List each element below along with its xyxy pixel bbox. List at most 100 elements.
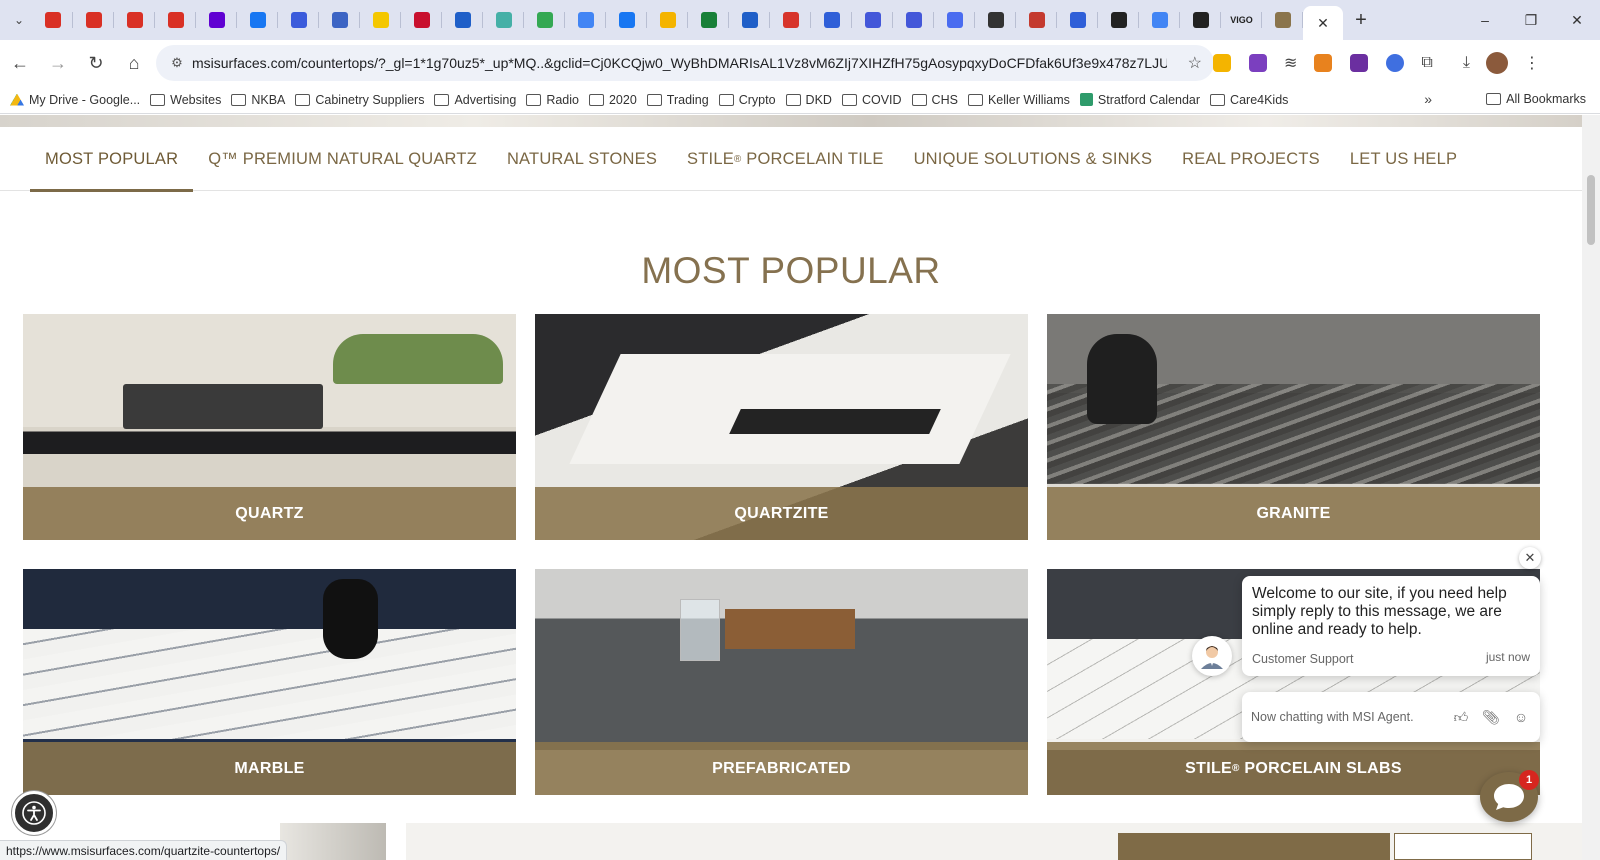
tab-layers[interactable]: [1180, 0, 1221, 40]
bookmark-item[interactable]: My Drive - Google...: [10, 93, 140, 107]
more-bookmarks-icon[interactable]: »: [1424, 91, 1432, 107]
chat-message-bubble[interactable]: Welcome to our site, if you need help si…: [1242, 576, 1540, 676]
metamask-extension-icon[interactable]: [1314, 54, 1333, 72]
bookmark-item[interactable]: Radio: [526, 93, 579, 107]
tab-mailchimp[interactable]: [360, 0, 401, 40]
tab-zillow[interactable]: [483, 0, 524, 40]
bookmark-item[interactable]: Care4Kids: [1210, 93, 1288, 107]
nav-tab-3[interactable]: STILE ® PORCELAIN TILE: [672, 127, 899, 191]
tab-docs[interactable]: [319, 0, 360, 40]
category-card-granite[interactable]: GRANITE: [1047, 314, 1540, 540]
bookmark-item[interactable]: DKD: [785, 93, 832, 107]
tab-gmail[interactable]: [73, 0, 114, 40]
nav-tab-6[interactable]: LET US HELP: [1335, 127, 1472, 191]
bookmark-item[interactable]: CHS: [911, 93, 958, 107]
tab-gmail[interactable]: [155, 0, 196, 40]
tab-video[interactable]: [893, 0, 934, 40]
home-icon[interactable]: ⌂: [116, 45, 152, 81]
emoji-icon[interactable]: ☺: [1510, 706, 1532, 728]
category-card-quartz[interactable]: QUARTZ: [23, 314, 516, 540]
accessibility-icon[interactable]: [12, 791, 56, 835]
chat-input-placeholder[interactable]: Now chatting with MSI Agent.: [1251, 710, 1450, 724]
restore-button[interactable]: ❐: [1508, 0, 1554, 40]
close-window-button[interactable]: ✕: [1554, 0, 1600, 40]
tab-chase[interactable]: [729, 0, 770, 40]
tab-google[interactable]: [565, 0, 606, 40]
tab-drive[interactable]: [647, 0, 688, 40]
address-bar[interactable]: ⚙ msisurfaces.com/countertops/?_gl=1*1g7…: [156, 45, 1214, 81]
drive-extension-icon[interactable]: [1213, 54, 1231, 72]
bookmark-item[interactable]: Crypto: [718, 93, 776, 107]
thumbs-up-icon[interactable]: 👍︎: [1450, 706, 1472, 728]
status-bar-url: https://www.msisurfaces.com/quartzite-co…: [0, 840, 288, 860]
close-tab-icon[interactable]: ✕: [1317, 15, 1329, 32]
bottom-primary-button[interactable]: [1118, 833, 1390, 860]
tab-gmail[interactable]: [114, 0, 155, 40]
extension-icon[interactable]: [1386, 54, 1405, 72]
nav-tab-5[interactable]: REAL PROJECTS: [1167, 127, 1335, 191]
bookmark-star-icon[interactable]: ☆: [1188, 53, 1202, 73]
bookmark-item[interactable]: NKBA: [231, 93, 285, 107]
new-tab-button[interactable]: +: [1343, 9, 1379, 32]
bookmark-item[interactable]: Keller Williams: [967, 93, 1070, 107]
tab-circle-c[interactable]: [811, 0, 852, 40]
nav-tab-0[interactable]: MOST POPULAR: [30, 127, 194, 192]
tab-sheet[interactable]: [524, 0, 565, 40]
category-card-quartzite[interactable]: QUARTZITE: [535, 314, 1028, 540]
chat-close-icon[interactable]: ✕: [1519, 547, 1541, 569]
bookmark-item[interactable]: Stratford Calendar: [1079, 93, 1200, 107]
tab-video[interactable]: [852, 0, 893, 40]
bookmark-item[interactable]: Trading: [646, 93, 709, 107]
forward-arrow-icon[interactable]: →: [40, 45, 76, 81]
tab-window[interactable]: [934, 0, 975, 40]
all-bookmarks[interactable]: All Bookmarks: [1486, 92, 1586, 106]
bookmark-item[interactable]: Cabinetry Suppliers: [295, 93, 424, 107]
tab-chase[interactable]: [442, 0, 483, 40]
tab-bank[interactable]: [401, 0, 442, 40]
active-tab[interactable]: ✕: [1303, 6, 1343, 40]
page-scrollbar[interactable]: [1582, 115, 1600, 860]
url-text[interactable]: msisurfaces.com/countertops/?_gl=1*1g70u…: [192, 55, 1167, 71]
bookmark-item[interactable]: 2020: [588, 93, 637, 107]
download-icon[interactable]: ⤓: [1463, 54, 1470, 72]
chat-launcher-button[interactable]: 1: [1480, 770, 1539, 822]
back-arrow-icon[interactable]: ←: [2, 45, 38, 81]
tab-sheets-plus[interactable]: [688, 0, 729, 40]
tab-facebook[interactable]: [237, 0, 278, 40]
nav-tab-2[interactable]: NATURAL STONES: [492, 127, 672, 191]
nav-tab-1[interactable]: Q™ PREMIUM NATURAL QUARTZ: [193, 127, 492, 191]
tab-vigo[interactable]: VIGO: [1221, 0, 1262, 40]
tab-yahoo-mail[interactable]: [196, 0, 237, 40]
bookmark-item[interactable]: Websites: [150, 93, 221, 107]
menu-kebab-icon[interactable]: ⋮: [1524, 53, 1540, 73]
extension-icon[interactable]: [1350, 54, 1369, 72]
paperclip-icon[interactable]: 📎︎: [1480, 706, 1502, 728]
puzzle-extensions-icon[interactable]: ⧉: [1421, 54, 1432, 72]
minimize-button[interactable]: –: [1462, 0, 1508, 40]
category-card-marble[interactable]: MARBLE: [23, 569, 516, 795]
category-card-prefab[interactable]: PREFABRICATED: [535, 569, 1028, 795]
layers-extension-icon[interactable]: ≋: [1284, 53, 1297, 73]
reload-icon[interactable]: ↻: [78, 45, 114, 81]
tab-amazon[interactable]: [1098, 0, 1139, 40]
tab-circle-e[interactable]: [1057, 0, 1098, 40]
tab-arrow[interactable]: [770, 0, 811, 40]
scrollbar-thumb[interactable]: [1587, 175, 1595, 245]
tab-link[interactable]: [278, 0, 319, 40]
tab-search-chevron-icon[interactable]: ⌄: [6, 7, 32, 33]
nav-tab-4[interactable]: UNIQUE SOLUTIONS & SINKS: [899, 127, 1168, 191]
bookmark-item[interactable]: Advertising: [434, 93, 516, 107]
tab-triangle[interactable]: [1016, 0, 1057, 40]
tab-gmail[interactable]: [32, 0, 73, 40]
tab-facebook[interactable]: [606, 0, 647, 40]
tab-msi[interactable]: [1262, 0, 1303, 40]
tab-frame[interactable]: [975, 0, 1016, 40]
tab-google[interactable]: [1139, 0, 1180, 40]
bookmark-item[interactable]: COVID: [841, 93, 902, 107]
profile-avatar[interactable]: [1485, 52, 1508, 74]
bottom-secondary-button[interactable]: [1394, 833, 1532, 860]
extension-icon[interactable]: [1249, 54, 1267, 72]
chat-input-bar[interactable]: Now chatting with MSI Agent. 👍︎ 📎︎ ☺: [1242, 692, 1540, 742]
card-label: QUARTZ: [235, 504, 304, 522]
site-info-icon[interactable]: ⚙: [162, 55, 192, 71]
